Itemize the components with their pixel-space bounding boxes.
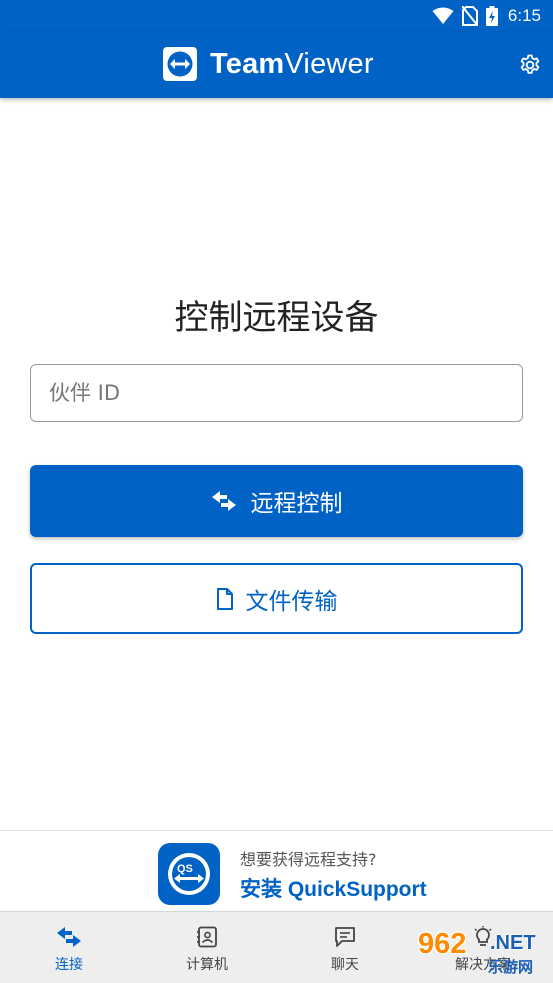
nav-tab-computers[interactable]: 计算机	[138, 912, 276, 983]
teamviewer-brand: TeamViewer	[163, 47, 374, 81]
gear-icon	[520, 54, 540, 74]
remote-control-label: 远程控制	[250, 491, 343, 517]
partner-id-input[interactable]	[30, 364, 523, 422]
nav-label-chat: 聊天	[331, 957, 359, 973]
quicksupport-question: 想要获得远程支持?	[240, 850, 377, 869]
status-bar: 6:15	[0, 0, 553, 32]
file-icon	[216, 587, 233, 610]
install-quicksupport-link[interactable]: 安装 QuickSupport	[240, 873, 427, 903]
svg-text:QS: QS	[177, 863, 193, 875]
brand-name: TeamViewer	[210, 48, 374, 81]
file-transfer-button[interactable]: 文件传输	[30, 563, 523, 634]
contacts-book-icon	[197, 926, 217, 948]
nav-label-computers: 计算机	[186, 957, 228, 973]
watermark-logo: 962 .NET 乐游网	[418, 928, 550, 980]
watermark-domain: .NET	[490, 932, 536, 954]
status-time: 6:15	[507, 6, 541, 25]
nav-tab-connect[interactable]: 连接	[0, 912, 138, 983]
wifi-icon	[432, 7, 454, 24]
file-transfer-label: 文件传输	[245, 588, 338, 615]
settings-button[interactable]	[515, 50, 545, 80]
nav-label-connect: 连接	[55, 957, 83, 973]
brand-name-light: Viewer	[284, 47, 374, 80]
page-title: 控制远程设备	[174, 298, 379, 338]
swap-arrows-icon	[57, 927, 81, 947]
chat-icon	[335, 927, 355, 947]
quicksupport-app-icon[interactable]: QS	[158, 843, 220, 905]
swap-arrows-icon	[211, 491, 236, 511]
brand-name-bold: Team	[210, 47, 285, 80]
watermark-cn: 乐游网	[488, 958, 534, 976]
remote-control-button[interactable]: 远程控制	[30, 465, 523, 537]
battery-charging-icon	[485, 6, 498, 26]
quicksupport-banner: QS 想要获得远程支持? 安装 QuickSupport	[0, 830, 553, 912]
nav-tab-chat[interactable]: 聊天	[276, 912, 414, 983]
status-icons: 6:15	[432, 4, 541, 28]
no-sim-icon	[461, 6, 478, 26]
app-bar: TeamViewer	[0, 32, 553, 98]
teamviewer-logo-icon	[163, 47, 197, 81]
watermark-number: 962	[418, 928, 467, 960]
